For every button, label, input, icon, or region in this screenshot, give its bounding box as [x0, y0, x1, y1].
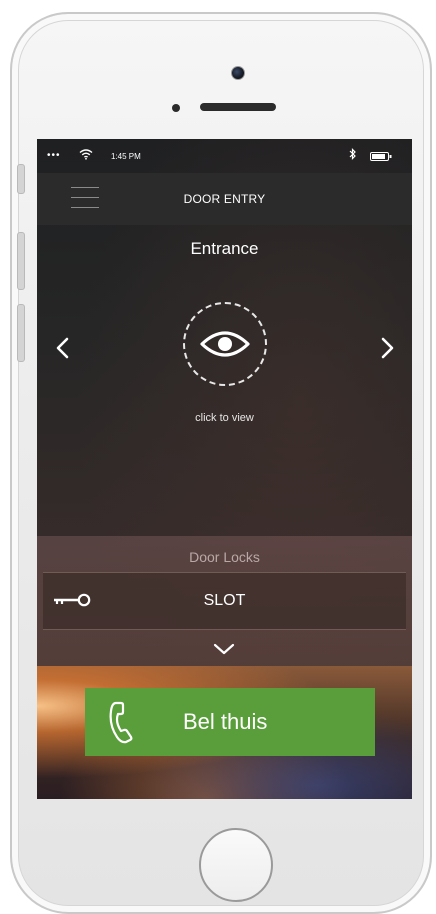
- door-locks-panel: Door Locks SLOT: [37, 536, 412, 666]
- front-camera: [231, 66, 245, 80]
- volume-up-button: [17, 232, 25, 290]
- earpiece-speaker: [200, 103, 276, 111]
- bluetooth-icon: [349, 148, 356, 160]
- lock-item-slot[interactable]: SLOT: [43, 572, 406, 630]
- home-button[interactable]: [199, 828, 273, 902]
- status-time: 1:45 PM: [111, 152, 141, 161]
- chevron-right-icon[interactable]: [377, 336, 397, 360]
- eye-icon: [200, 331, 250, 357]
- signal-strength-icon: •••: [47, 150, 61, 161]
- status-bar: ••• 1:45 PM: [37, 139, 412, 173]
- call-home-button[interactable]: Bel thuis: [85, 688, 375, 756]
- door-locks-header: Door Locks: [189, 549, 260, 565]
- lock-label: SLOT: [203, 592, 246, 609]
- chevron-left-icon[interactable]: [53, 336, 73, 360]
- view-camera-button[interactable]: [183, 302, 267, 386]
- app-header: DOOR ENTRY: [37, 173, 412, 225]
- hamburger-menu-icon[interactable]: [71, 187, 99, 209]
- chevron-down-icon[interactable]: [213, 642, 235, 656]
- stage: ••• 1:45 PM DOOR ENTRY Entrance click to…: [0, 0, 436, 914]
- call-label: Bel thuis: [183, 709, 268, 734]
- mute-switch: [17, 164, 25, 194]
- volume-down-button: [17, 304, 25, 362]
- entrance-name: Entrance: [190, 239, 259, 258]
- view-caption: click to view: [195, 412, 254, 424]
- phone-handset-icon: [109, 701, 133, 744]
- key-icon: [54, 593, 91, 607]
- battery-icon: [370, 152, 392, 161]
- app-screen: ••• 1:45 PM DOOR ENTRY Entrance click to…: [37, 139, 412, 799]
- wifi-icon: [79, 149, 93, 160]
- proximity-sensor: [172, 104, 180, 112]
